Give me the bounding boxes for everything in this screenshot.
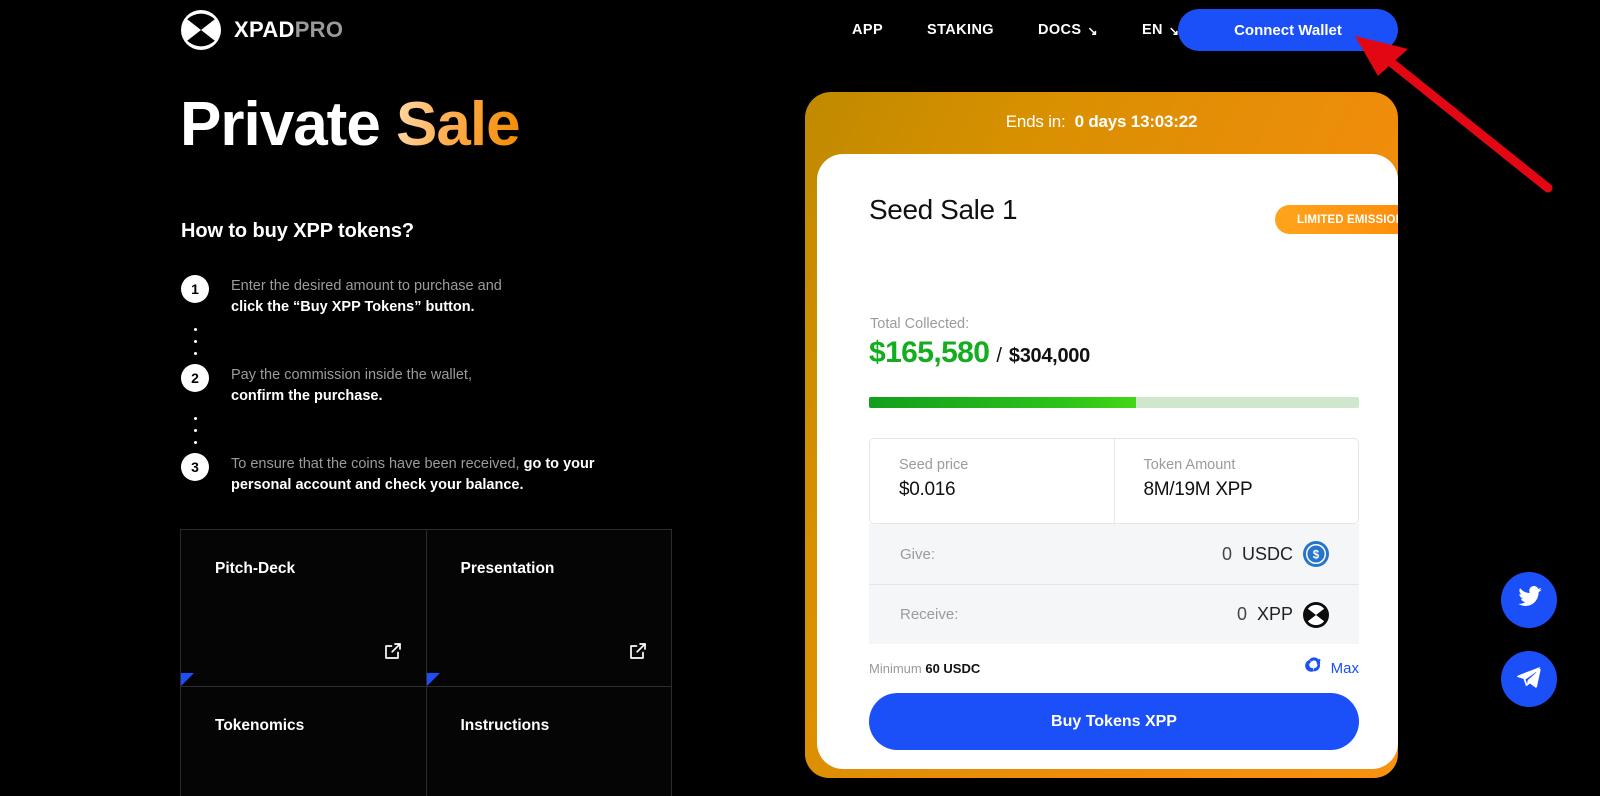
document-card-instructions[interactable]: Instructions — [426, 687, 672, 796]
receive-ticker: XPP — [1256, 604, 1293, 624]
receive-label: Receive: — [900, 606, 959, 623]
sale-card: Ends in: 0 days 13:03:22 Seed Sale 1 LIM… — [805, 92, 1398, 778]
document-card-title: Tokenomics — [215, 717, 305, 734]
minimum-prefix: Minimum — [869, 660, 926, 676]
document-card-title: Instructions — [460, 717, 550, 734]
total-collected-values: $165,580 / $304,000 — [869, 336, 1090, 370]
step-item-1: 1 Enter the desired amount to purchase a… — [181, 275, 651, 318]
max-button[interactable]: Max — [1304, 656, 1359, 680]
chevron-down-icon: ↘ — [1087, 24, 1098, 38]
social-link-telegram[interactable] — [1501, 651, 1557, 707]
swap-fields: Give: 0 USDC $ Receive: 0 XPP — [869, 524, 1359, 644]
step-line-normal: To ensure that the coins have been recei… — [231, 456, 524, 472]
corner-accent-triangle — [426, 673, 440, 686]
page-title-word-sale: Sale — [396, 90, 521, 159]
collected-total: $304,000 — [1008, 345, 1090, 367]
document-card-title: Presentation — [460, 560, 555, 577]
step-number-badge: 1 — [181, 275, 209, 303]
step-connector — [181, 318, 209, 364]
receive-row[interactable]: Receive: 0 XPP — [869, 584, 1359, 644]
document-card-presentation[interactable]: Presentation — [426, 530, 672, 687]
external-link-icon — [384, 642, 402, 660]
page-root: XPADPRO APP STAKING DOCS ↘ EN ↘ Connect … — [0, 0, 1600, 796]
telegram-icon — [1515, 663, 1543, 696]
twitter-icon — [1516, 584, 1543, 616]
stat-value: $0.016 — [899, 479, 956, 500]
give-label: Give: — [900, 545, 936, 563]
page-title: Private Sale — [180, 90, 521, 159]
social-link-twitter[interactable] — [1501, 572, 1557, 628]
step-text: To ensure that the coins have been recei… — [231, 453, 651, 496]
xpad-logo-icon — [181, 10, 221, 50]
step-line-bold: click the “Buy XPP Tokens” button. — [231, 299, 475, 315]
sale-title: Seed Sale 1 — [869, 194, 1018, 225]
logo-text-secondary: PRO — [294, 17, 344, 42]
nav-item-app-label: APP — [852, 22, 884, 38]
howto-heading: How to buy XPP tokens? — [181, 220, 415, 242]
nav-item-app[interactable]: APP — [830, 22, 905, 38]
document-card-pitch-deck[interactable]: Pitch-Deck — [181, 530, 427, 687]
stat-label: Token Amount — [1143, 457, 1236, 473]
step-connector — [181, 407, 209, 453]
step-item-2: 2 Pay the commission inside the wallet, … — [181, 364, 651, 407]
step-text: Enter the desired amount to purchase and… — [231, 275, 502, 318]
give-ticker: USDC — [1241, 543, 1293, 564]
logo-text: XPADPRO — [234, 19, 343, 41]
xpp-coin-icon — [1303, 601, 1329, 628]
sale-stats: Seed price $0.016 Token Amount 8M/19M XP… — [869, 438, 1359, 524]
step-line-normal: Enter the desired amount to purchase and — [231, 278, 502, 294]
minimum-value: 60 USDC — [925, 660, 981, 676]
countdown-banner: Ends in: 0 days 13:03:22 — [805, 92, 1398, 152]
give-value-group: 0 USDC $ — [1222, 541, 1329, 567]
nav-item-docs-label: DOCS — [1038, 22, 1082, 38]
minimum-and-max-row: Minimum 60 USDC Max — [869, 656, 1359, 680]
collected-separator: / — [996, 345, 1002, 367]
receive-amount-input[interactable]: 0 — [1237, 604, 1247, 625]
usdc-coin-icon: $ — [1303, 541, 1329, 567]
document-cards-grid: Pitch-Deck Presentation Tokenomics Instr… — [180, 529, 672, 796]
step-item-3: 3 To ensure that the coins have been rec… — [181, 453, 651, 496]
site-header: XPADPRO APP STAKING DOCS ↘ EN ↘ Connect … — [0, 0, 1600, 60]
corner-accent-triangle — [181, 673, 194, 686]
minimum-text: Minimum 60 USDC — [869, 661, 980, 676]
sale-card-body: Seed Sale 1 LIMITED EMISSION Total Colle… — [817, 154, 1398, 769]
nav-item-language-label: EN — [1141, 22, 1163, 38]
nav-item-staking-label: STAKING — [927, 22, 994, 38]
external-link-icon — [629, 642, 647, 660]
give-amount-input[interactable]: 0 — [1222, 544, 1232, 565]
logo[interactable]: XPADPRO — [181, 10, 343, 50]
stat-seed-price: Seed price $0.016 — [870, 439, 1114, 523]
howto-steps: 1 Enter the desired amount to purchase a… — [181, 275, 651, 496]
step-number-badge: 3 — [181, 453, 209, 481]
document-card-tokenomics[interactable]: Tokenomics — [181, 687, 427, 796]
document-card-title: Pitch-Deck — [215, 560, 296, 577]
collected-current: $165,580 — [869, 336, 990, 369]
total-collected-label: Total Collected: — [870, 316, 970, 332]
status-badge: LIMITED EMISSION — [1274, 205, 1398, 234]
stat-label: Seed price — [899, 457, 969, 473]
social-links — [1501, 572, 1557, 707]
progress-bar-track — [869, 397, 1359, 408]
nav-item-staking[interactable]: STAKING — [905, 22, 1016, 38]
receive-value-group: 0 XPP — [1237, 601, 1329, 628]
buy-tokens-button[interactable]: Buy Tokens XPP — [869, 693, 1359, 750]
svg-text:$: $ — [1313, 550, 1320, 562]
logo-text-primary: XPAD — [234, 17, 295, 42]
magnet-icon — [1304, 656, 1324, 680]
stat-token-amount: Token Amount 8M/19M XPP — [1113, 439, 1359, 523]
countdown-value: 0 days 13:03:22 — [1074, 112, 1198, 131]
progress-bar-fill — [869, 397, 1137, 408]
step-text: Pay the commission inside the wallet, co… — [231, 364, 472, 407]
countdown-label: Ends in: — [1005, 112, 1066, 131]
max-label: Max — [1330, 659, 1359, 677]
step-line-bold: confirm the purchase. — [231, 388, 383, 404]
stat-value: 8M/19M XPP — [1143, 479, 1253, 500]
connect-wallet-button[interactable]: Connect Wallet — [1178, 9, 1398, 51]
step-number-badge: 2 — [181, 364, 209, 392]
main-navigation: APP STAKING DOCS ↘ EN ↘ — [830, 0, 1201, 60]
give-row[interactable]: Give: 0 USDC $ — [869, 524, 1359, 584]
page-title-word-private: Private — [180, 90, 381, 159]
nav-item-docs[interactable]: DOCS ↘ — [1016, 22, 1120, 38]
step-line-normal: Pay the commission inside the wallet, — [231, 367, 472, 383]
